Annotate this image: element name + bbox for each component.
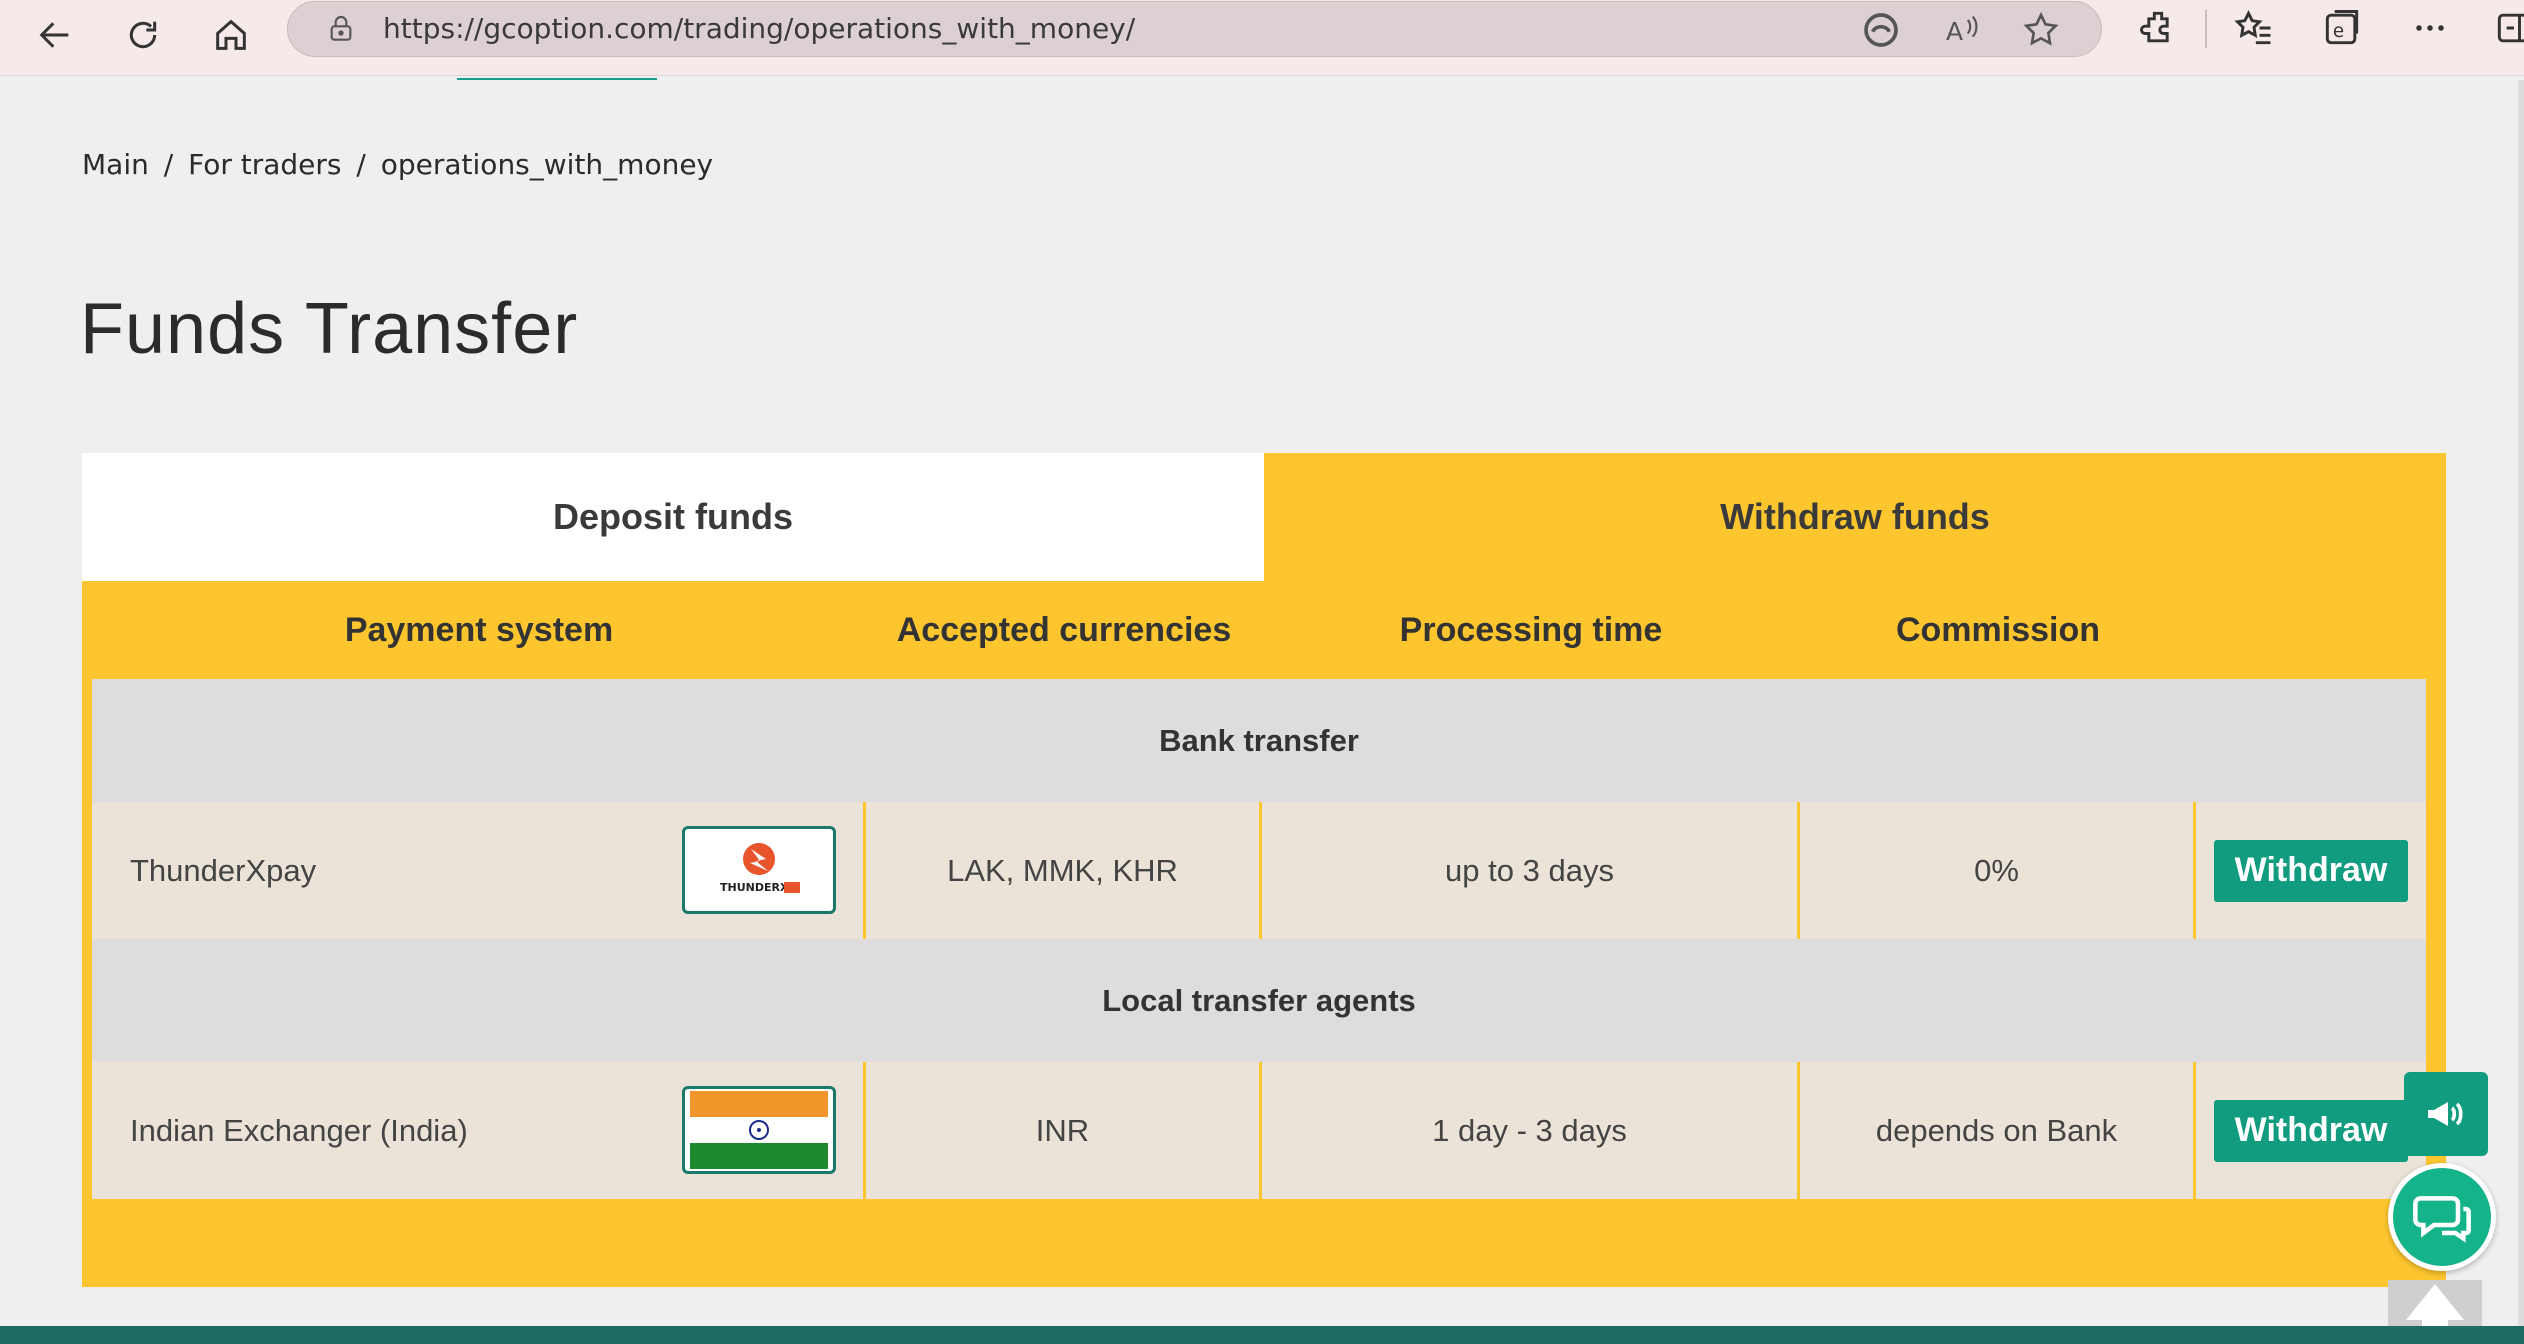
lock-icon[interactable] [325, 13, 357, 45]
favorite-star-icon[interactable] [2021, 10, 2061, 50]
back-icon[interactable] [24, 4, 86, 66]
table-header: Payment system Accepted currencies Proce… [82, 581, 2434, 679]
funds-tabs: Deposit funds Withdraw funds [82, 453, 2446, 581]
processing-time-cell: up to 3 days [1262, 802, 1800, 939]
breadcrumb-current: operations_with_money [380, 148, 714, 181]
chat-icon[interactable] [2388, 1163, 2496, 1271]
svg-text:e: e [2333, 21, 2344, 42]
withdraw-table: Payment system Accepted currencies Proce… [82, 581, 2446, 1287]
refresh-icon[interactable] [112, 4, 174, 66]
address-bar[interactable]: https://gcoption.com/trading/operations_… [287, 1, 2102, 57]
toolbar-divider [2205, 10, 2207, 48]
header-payment-system: Payment system [344, 610, 614, 649]
breadcrumb: Main / For traders / operations_with_mon… [82, 148, 719, 181]
url-text[interactable]: https://gcoption.com/trading/operations_… [383, 12, 1135, 45]
processing-time-cell: 1 day - 3 days [1262, 1062, 1800, 1199]
currencies-cell: INR [866, 1062, 1262, 1199]
table-row: ThunderXpay THUNDERX LAK, MMK, KHR up to… [92, 802, 2426, 939]
svg-text:THUNDERX: THUNDERX [720, 881, 789, 894]
table-body: Bank transfer ThunderXpay THUNDERX LAK, [92, 679, 2426, 1276]
breadcrumb-for-traders[interactable]: For traders [188, 148, 341, 181]
edge-icon[interactable] [1861, 10, 1901, 50]
collections-icon[interactable]: e [2320, 6, 2364, 50]
withdraw-button[interactable]: Withdraw [2214, 839, 2408, 902]
scrollbar-track[interactable] [2518, 80, 2524, 1344]
tab-deposit-funds[interactable]: Deposit funds [82, 453, 1264, 581]
breadcrumb-separator: / [163, 148, 174, 181]
commission-cell: depends on Bank [1800, 1062, 2196, 1199]
favorites-icon[interactable] [2232, 6, 2276, 50]
breadcrumb-separator: / [356, 148, 366, 181]
commission-cell: 0% [1800, 802, 2196, 939]
funds-panel: Deposit funds Withdraw funds Payment sys… [82, 453, 2446, 1287]
tab-withdraw-funds[interactable]: Withdraw funds [1264, 453, 2446, 581]
withdraw-button[interactable]: Withdraw [2214, 1099, 2408, 1162]
action-cell: Withdraw [2196, 802, 2426, 939]
action-cell: Withdraw [2196, 1062, 2426, 1199]
india-flag-icon [682, 1086, 836, 1174]
payment-system-name: Indian Exchanger (India) [130, 1112, 468, 1148]
home-icon[interactable] [200, 4, 262, 66]
megaphone-icon[interactable] [2404, 1072, 2488, 1156]
sidebar-icon[interactable] [2492, 6, 2524, 50]
currencies-cell: LAK, MMK, KHR [866, 802, 1262, 939]
svg-text:A: A [1946, 17, 1963, 46]
read-aloud-icon[interactable]: A [1941, 10, 1981, 50]
header-commission: Commission [1895, 610, 2101, 649]
browser-toolbar: https://gcoption.com/trading/operations_… [0, 0, 2524, 76]
group-row-bank-transfer: Bank transfer [92, 679, 2426, 802]
header-accepted-currencies: Accepted currencies [896, 610, 1232, 649]
breadcrumb-main[interactable]: Main [82, 148, 149, 181]
page-title: Funds Transfer [80, 289, 579, 369]
extensions-icon[interactable] [2136, 6, 2180, 50]
thunderxpay-logo-icon: THUNDERX [682, 826, 836, 914]
group-row-local-transfer-agents: Local transfer agents [92, 939, 2426, 1062]
table-row: Indian Exchanger (India) INR 1 day - 3 d… [92, 1062, 2426, 1199]
more-icon[interactable] [2408, 6, 2452, 50]
footer-strip [0, 1326, 2524, 1344]
payment-system-name: ThunderXpay [130, 852, 317, 888]
header-processing-time: Processing time [1399, 610, 1663, 649]
page-content: Main / For traders / operations_with_mon… [6, 80, 2518, 1344]
